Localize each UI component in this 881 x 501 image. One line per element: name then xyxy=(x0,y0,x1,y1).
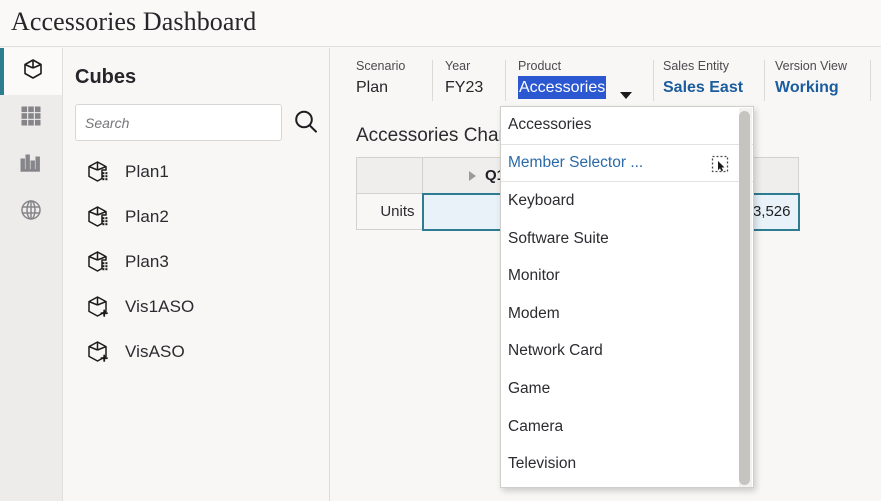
pov-label: Version View xyxy=(775,58,847,74)
cube-grid-icon xyxy=(85,204,111,230)
pov-divider xyxy=(653,60,654,101)
cube-label: Plan1 xyxy=(125,162,169,182)
rail-item-cubes[interactable] xyxy=(0,48,62,95)
cube-plus-icon xyxy=(85,339,111,365)
form-title: Accessories Char xyxy=(356,125,505,147)
dropdown-item-game[interactable]: Game xyxy=(501,370,753,408)
pov-divider xyxy=(764,60,765,101)
cube-label: Plan2 xyxy=(125,207,169,227)
grid-icon xyxy=(20,105,42,132)
cube-icon xyxy=(21,57,45,86)
cube-list: Plan1 Plan2 xyxy=(63,149,330,374)
page-title: Accessories Dashboard xyxy=(11,7,256,37)
dropdown-item-label: Game xyxy=(508,380,550,398)
product-dropdown-toggle[interactable] xyxy=(615,85,637,107)
dropdown-item-label: Camera xyxy=(508,418,563,436)
dropdown-scrollbar-thumb[interactable] xyxy=(739,111,750,485)
pov-label: Sales Entity xyxy=(663,58,743,74)
search-input[interactable] xyxy=(75,104,282,141)
product-dropdown-menu[interactable]: Accessories Member Selector ... Keyboard… xyxy=(500,106,754,488)
pov-dimension-year[interactable]: Year FY23 xyxy=(445,58,483,104)
pov-value[interactable]: Sales East xyxy=(663,76,743,99)
dropdown-item-network-card[interactable]: Network Card xyxy=(501,333,753,371)
dropdown-item-label: Monitor xyxy=(508,267,560,285)
list-item[interactable]: Vis1ASO xyxy=(63,284,330,329)
member-selector-icon[interactable] xyxy=(711,155,729,173)
dropdown-item-label: Accessories xyxy=(508,116,592,134)
dropdown-item-accessories[interactable]: Accessories xyxy=(501,107,753,145)
expand-triangle-icon[interactable] xyxy=(469,171,476,181)
pov-dimension-product[interactable]: Product Accessories xyxy=(518,58,606,104)
titlebar: Accessories Dashboard xyxy=(0,0,881,47)
grid-corner-cell xyxy=(357,158,423,194)
dropdown-item-label: Network Card xyxy=(508,342,603,360)
cubes-search-row xyxy=(75,104,320,142)
app-root: Accessories Dashboard xyxy=(0,0,881,501)
cube-grid-icon xyxy=(85,159,111,185)
pov-dimension-version-view[interactable]: Version View Working xyxy=(775,58,847,104)
dropdown-item-television[interactable]: Television xyxy=(501,445,753,483)
pov-bar: Scenario Plan Year FY23 Product Accessor… xyxy=(331,48,881,108)
dropdown-item-label: Keyboard xyxy=(508,192,574,210)
cube-label: VisASO xyxy=(125,342,185,362)
icon-rail xyxy=(0,48,63,501)
pov-value[interactable]: Accessories xyxy=(518,76,606,99)
pov-value[interactable]: FY23 xyxy=(445,76,483,99)
pov-divider xyxy=(870,60,871,101)
dropdown-item-label: Software Suite xyxy=(508,230,609,248)
pov-label: Product xyxy=(518,58,606,74)
pov-label: Year xyxy=(445,58,483,74)
list-item[interactable]: Plan1 xyxy=(63,149,330,194)
pov-divider xyxy=(432,60,433,101)
cube-grid-icon xyxy=(85,249,111,275)
dropdown-item-monitor[interactable]: Monitor xyxy=(501,257,753,295)
rail-item-charts[interactable] xyxy=(0,142,62,189)
pov-value[interactable]: Working xyxy=(775,76,839,99)
cubes-heading: Cubes xyxy=(75,66,136,89)
rail-item-grid[interactable] xyxy=(0,95,62,142)
dropdown-item-camera[interactable]: Camera xyxy=(501,408,753,446)
dropdown-item-label: Member Selector ... xyxy=(508,154,643,172)
pov-dimension-scenario[interactable]: Scenario Plan xyxy=(356,58,405,104)
list-item[interactable]: Plan2 xyxy=(63,194,330,239)
bar-chart-icon xyxy=(19,152,43,179)
dropdown-item-keyboard[interactable]: Keyboard xyxy=(501,182,753,220)
pov-dimension-sales-entity[interactable]: Sales Entity Sales East xyxy=(663,58,743,104)
pov-value[interactable]: Plan xyxy=(356,76,388,99)
pov-divider xyxy=(505,60,506,101)
dropdown-scrollbar-track[interactable] xyxy=(739,108,752,488)
list-item[interactable]: VisASO xyxy=(63,329,330,374)
list-item[interactable]: Plan3 xyxy=(63,239,330,284)
globe-icon xyxy=(19,198,43,227)
cube-label: Plan3 xyxy=(125,252,169,272)
dropdown-item-label: Television xyxy=(508,455,576,473)
cube-plus-icon xyxy=(85,294,111,320)
dropdown-item-software-suite[interactable]: Software Suite xyxy=(501,220,753,258)
rail-item-globe[interactable] xyxy=(0,189,62,236)
pov-label: Scenario xyxy=(356,58,405,74)
search-button[interactable] xyxy=(290,107,322,139)
cube-label: Vis1ASO xyxy=(125,297,194,317)
dropdown-item-member-selector[interactable]: Member Selector ... xyxy=(501,145,753,183)
cubes-panel: Cubes xyxy=(63,48,330,501)
dropdown-item-label: Modem xyxy=(508,305,560,323)
dropdown-item-modem[interactable]: Modem xyxy=(501,295,753,333)
search-icon xyxy=(291,125,321,140)
row-header-units: Units xyxy=(357,194,423,230)
